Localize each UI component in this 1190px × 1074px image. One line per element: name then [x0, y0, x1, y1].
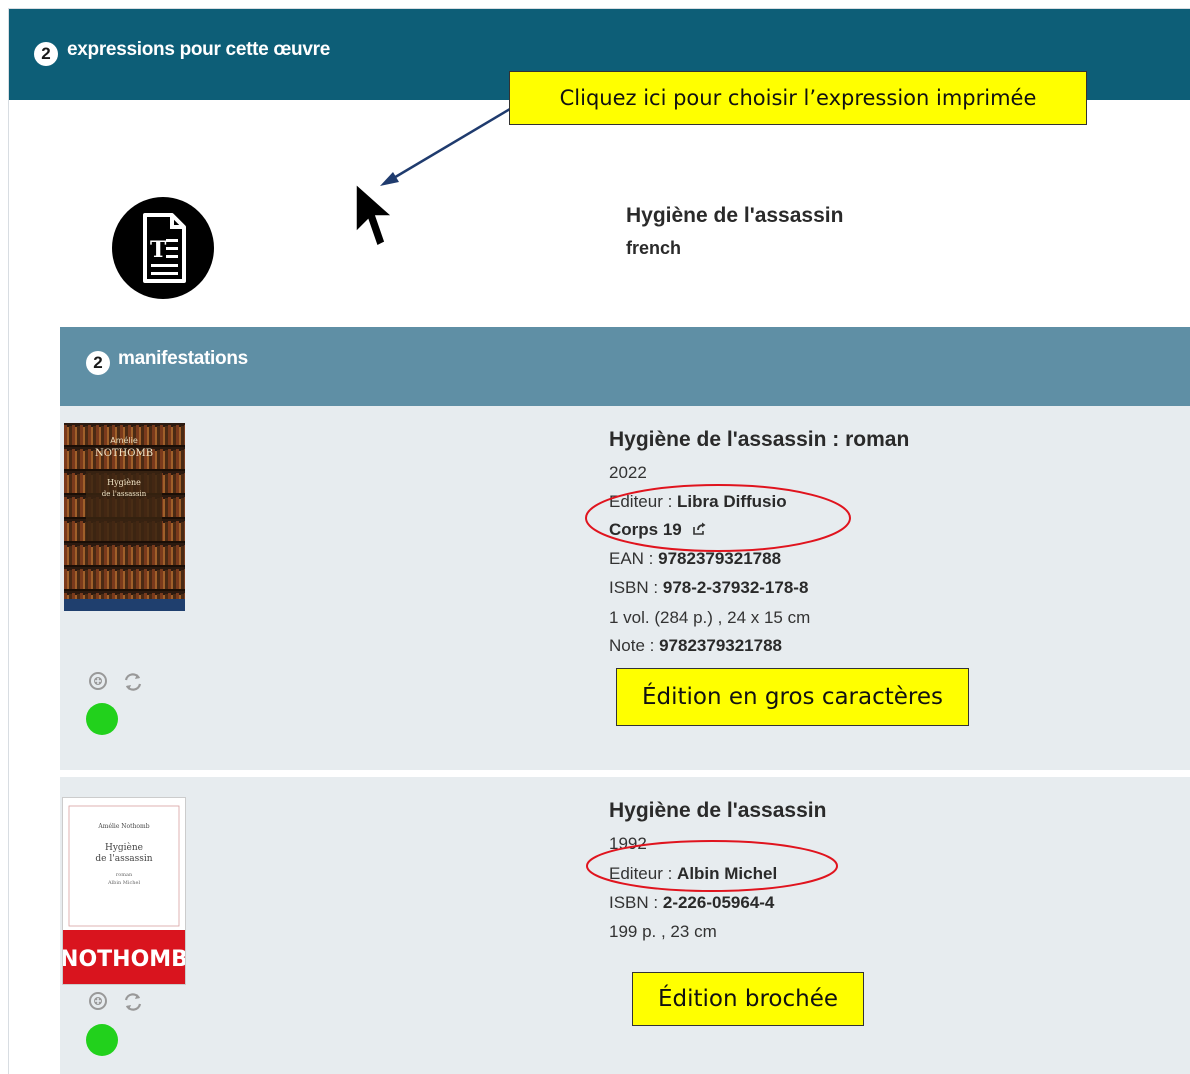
callout-choose-expression: Cliquez ici pour choisir l’expression im…: [509, 71, 1087, 125]
annotation-arrow-line: [391, 107, 511, 181]
callout-paperback: Édition brochée: [632, 972, 864, 1026]
mouse-cursor-icon: [355, 182, 394, 248]
annotation-ring-publisher-2: [586, 840, 838, 892]
annotation-overlay: [355, 107, 851, 892]
annotation-arrow-head: [380, 172, 399, 186]
annotation-ring-publisher-1: [585, 484, 851, 552]
callout-large-print: Édition en gros caractères: [616, 668, 969, 726]
